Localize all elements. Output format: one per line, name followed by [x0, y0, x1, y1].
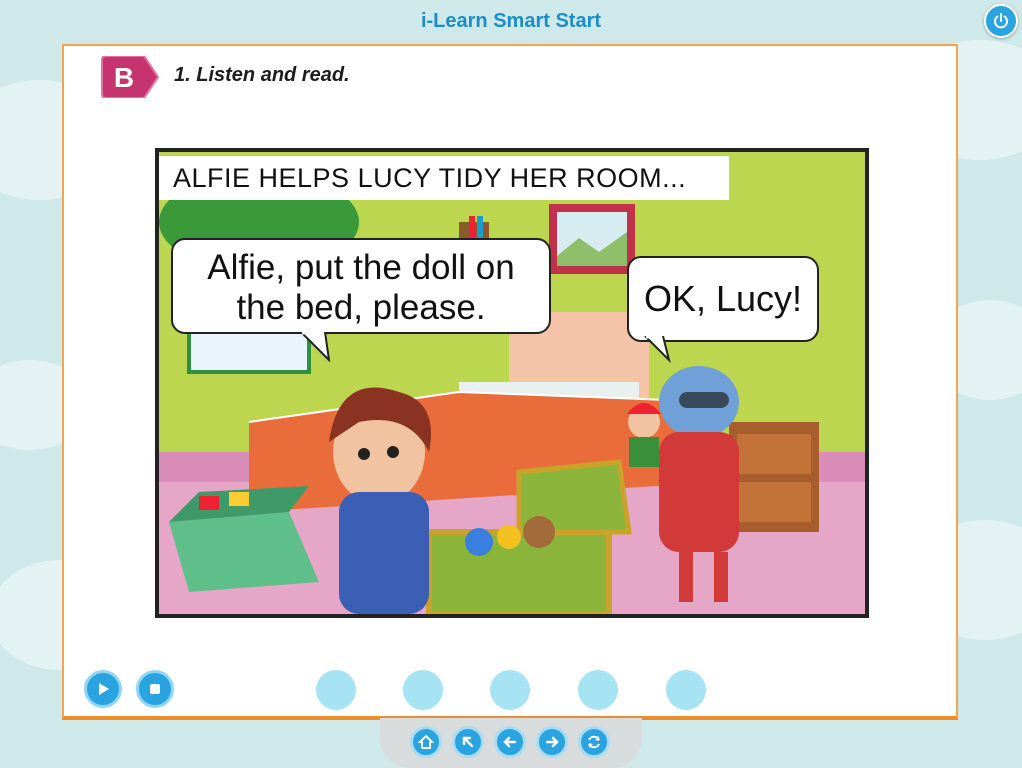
power-button[interactable]	[984, 4, 1018, 38]
audio-controls	[64, 666, 960, 714]
back-arrow-icon	[462, 736, 474, 748]
refresh-button[interactable]	[578, 726, 610, 758]
bubble-line: the bed, please.	[236, 288, 486, 327]
exercise-badge: B	[101, 56, 160, 98]
speech-bubble-lucy: Alfie, put the doll on the bed, please.	[171, 238, 551, 334]
app-title: i-Learn Smart Start	[420, 10, 602, 32]
bottom-navigation	[380, 718, 642, 768]
power-icon	[994, 13, 1008, 29]
page-dot[interactable]	[316, 670, 356, 710]
previous-icon	[503, 736, 517, 748]
exercise-panel: B 1. Listen and read. ALFIE HELPS LUCY T…	[62, 44, 958, 720]
home-button[interactable]	[410, 726, 442, 758]
bubble-line: Alfie, put the doll on	[207, 248, 515, 287]
page-dot[interactable]	[490, 670, 530, 710]
play-icon	[99, 683, 109, 695]
badge-letter: B	[114, 62, 134, 93]
comic-caption: ALFIE HELPS LUCY TIDY HER ROOM...	[159, 156, 729, 200]
bubble-tail-lucy	[300, 332, 331, 362]
page-dot[interactable]	[403, 670, 443, 710]
bubble-tail-alfie	[644, 336, 671, 364]
comic-illustration	[159, 152, 865, 614]
page-dot[interactable]	[578, 670, 618, 710]
page-dot[interactable]	[666, 670, 706, 710]
stop-button[interactable]	[136, 670, 174, 708]
stop-icon	[150, 684, 160, 694]
next-button[interactable]	[536, 726, 568, 758]
refresh-icon	[588, 735, 600, 749]
exercise-instruction: 1. Listen and read.	[174, 64, 350, 86]
home-icon	[418, 734, 434, 749]
comic-scene: ALFIE HELPS LUCY TIDY HER ROOM... Alfie,…	[155, 148, 869, 618]
previous-button[interactable]	[494, 726, 526, 758]
play-button[interactable]	[84, 670, 122, 708]
next-icon	[545, 736, 559, 748]
back-button[interactable]	[452, 726, 484, 758]
speech-bubble-alfie: OK, Lucy!	[627, 256, 819, 342]
